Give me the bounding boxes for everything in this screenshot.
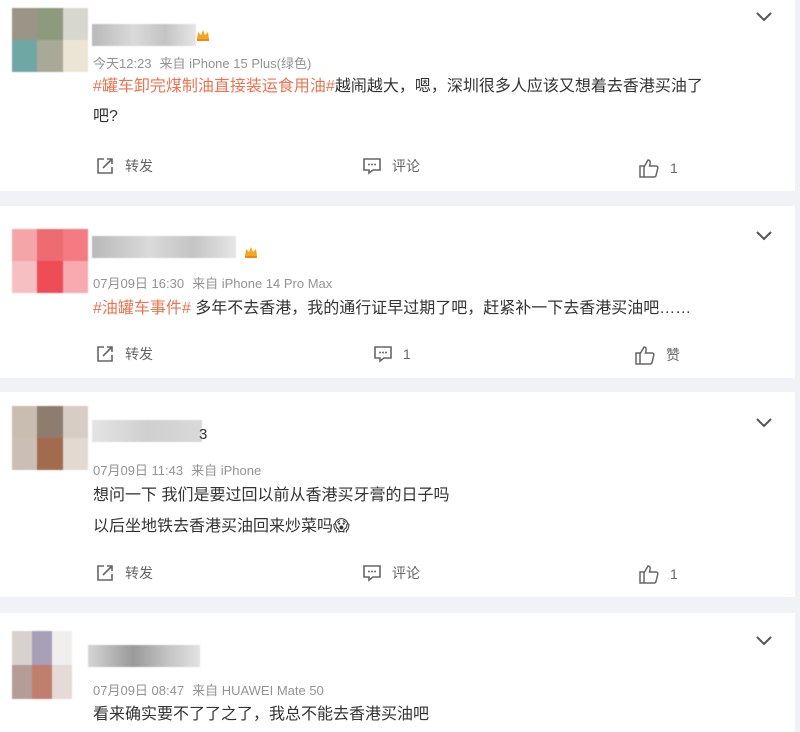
comment-time: 今天12:23	[93, 56, 152, 71]
like-label: 赞	[666, 347, 680, 363]
comment-body: 多年不去香港，我的通行证早过期了吧，赶紧补一下去香港买油吧……	[190, 300, 692, 317]
comment-icon	[374, 346, 392, 363]
avatar[interactable]	[12, 229, 88, 293]
chevron-down-icon[interactable]	[755, 11, 773, 23]
like-icon	[635, 346, 655, 365]
comment-device: 来自 iPhone 15 Plus(绿色)	[159, 56, 312, 71]
hashtag-link[interactable]: #罐车卸完煤制油直接装运食用油#	[93, 78, 335, 95]
comment-device: 来自 HUAWEI Mate 50	[192, 683, 324, 698]
chevron-down-icon[interactable]	[755, 230, 773, 242]
share-button[interactable]: 转发	[95, 563, 153, 583]
username[interactable]	[88, 645, 200, 667]
scared-face-emoji: 😱	[333, 518, 350, 535]
like-icon	[639, 159, 659, 178]
comment-text: #油罐车事件# 多年不去香港，我的通行证早过期了吧，赶紧补一下去香港买油吧……	[93, 294, 773, 324]
comment-button[interactable]: 评论	[362, 156, 420, 176]
comment-device: 来自 iPhone	[191, 463, 262, 478]
comment-body: 看来确实要不了了之了，我总不能去香港买油吧	[93, 706, 430, 723]
comment-text: 想问一下 我们是要过回以前从香港买牙膏的日子吗 以后坐地铁去香港买油回来炒菜吗😱	[93, 480, 773, 542]
comment-card: 07月09日 16:30 来自 iPhone 14 Pro Max #油罐车事件#…	[0, 206, 795, 378]
comment-body-continued: 吧?	[93, 108, 118, 125]
comment-meta: 07月09日 08:47 来自 HUAWEI Mate 50	[93, 680, 324, 699]
avatar[interactable]	[12, 631, 72, 699]
username[interactable]	[92, 24, 196, 46]
chevron-down-icon[interactable]	[755, 635, 773, 647]
share-label: 转发	[125, 565, 153, 581]
share-icon	[97, 158, 113, 174]
comment-device: 来自 iPhone 14 Pro Max	[192, 276, 333, 291]
comment-time: 07月09日 08:47	[93, 683, 185, 698]
comment-body: 越闹越大，嗯，深圳很多人应该又想着去香港买油了	[334, 78, 703, 95]
avatar[interactable]	[12, 406, 88, 470]
comment-label: 评论	[392, 158, 420, 174]
comment-card: 07月09日 08:47 来自 HUAWEI Mate 50 看来确实要不了了之了…	[0, 613, 795, 732]
username[interactable]	[92, 420, 202, 442]
share-button[interactable]: 转发	[95, 156, 153, 176]
like-button[interactable]: 赞	[634, 344, 680, 366]
like-button[interactable]: 1	[638, 563, 678, 585]
hashtag-link[interactable]: #油罐车事件#	[93, 300, 191, 317]
comment-icon	[363, 565, 381, 582]
comment-card: 今天12:23 来自 iPhone 15 Plus(绿色) #罐车卸完煤制油直接装…	[0, 0, 795, 191]
like-count: 1	[670, 160, 678, 176]
avatar[interactable]	[12, 8, 88, 72]
comment-body-continued: 以后坐地铁去香港买油回来炒菜吗	[93, 518, 334, 535]
share-icon	[97, 346, 113, 362]
share-label: 转发	[125, 158, 153, 174]
comment-text: 看来确实要不了了之了，我总不能去香港买油吧	[93, 700, 773, 730]
comment-label: 评论	[392, 565, 420, 581]
comment-button[interactable]: 1	[373, 344, 411, 364]
like-button[interactable]: 1	[638, 157, 678, 179]
username-fragment: 3	[199, 426, 208, 443]
crown-badge-icon	[197, 30, 209, 41]
comment-text: #罐车卸完煤制油直接装运食用油#越闹越大，嗯，深圳很多人应该又想着去香港买油了 …	[93, 72, 773, 132]
comment-time: 07月09日 16:30	[93, 276, 185, 291]
share-label: 转发	[125, 346, 153, 362]
share-icon	[97, 565, 113, 581]
crown-badge-icon	[245, 247, 257, 258]
chevron-down-icon[interactable]	[755, 417, 773, 429]
comment-time: 07月09日 11:43	[93, 463, 184, 478]
share-button[interactable]: 转发	[95, 344, 153, 364]
like-icon	[639, 565, 659, 584]
comment-meta: 07月09日 16:30 来自 iPhone 14 Pro Max	[93, 273, 332, 292]
username[interactable]	[92, 236, 236, 258]
like-count: 1	[670, 566, 678, 582]
comment-icon	[363, 158, 381, 175]
comment-meta: 今天12:23 来自 iPhone 15 Plus(绿色)	[93, 53, 311, 72]
comment-button[interactable]: 评论	[362, 563, 420, 583]
comment-meta: 07月09日 11:43 来自 iPhone	[93, 460, 261, 479]
comment-count: 1	[403, 346, 411, 362]
comment-body: 想问一下 我们是要过回以前从香港买牙膏的日子吗	[93, 487, 450, 504]
comment-card: 3 07月09日 11:43 来自 iPhone 想问一下 我们是要过回以前从香港…	[0, 392, 795, 597]
